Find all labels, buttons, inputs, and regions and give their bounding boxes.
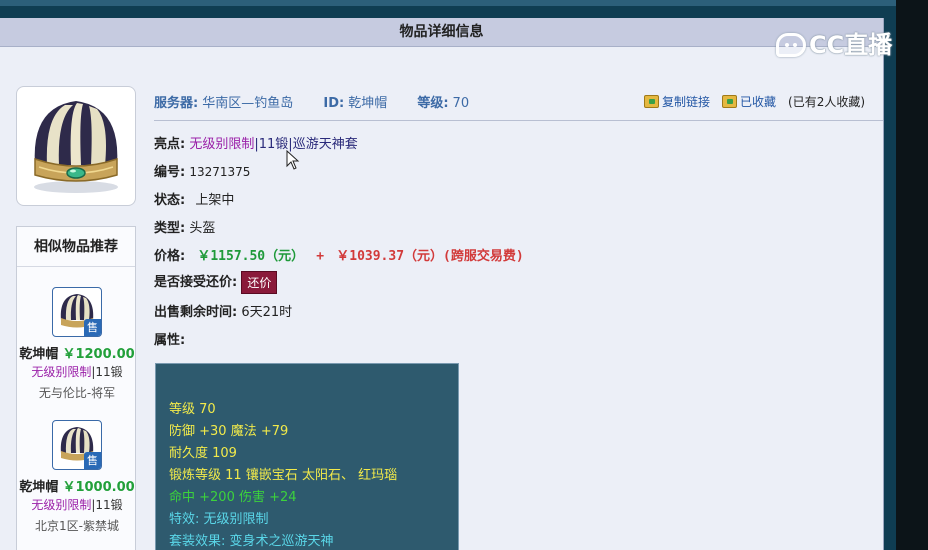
status-value: 上架中 (195, 193, 235, 208)
bargain-button[interactable]: 还价 (241, 271, 278, 294)
remaining-time-label: 出售剩余时间: (154, 305, 238, 320)
similar-item-tag: 无级别限制 (31, 365, 92, 379)
status-label: 状态: (154, 193, 186, 208)
level-label: 等级: (417, 96, 449, 111)
price-main: ￥1157.50（元） (197, 249, 305, 264)
number-row: 编号: 13271375 (154, 161, 250, 180)
similar-item-1-tags: 无级别限制|11锻 (17, 363, 137, 380)
level-value: 70 (452, 96, 470, 111)
similar-item-tag: 无级别限制 (31, 498, 92, 512)
favorite-label: 已收藏 (740, 95, 777, 109)
watermark-text: CC直播 (809, 31, 893, 59)
similar-item-name: 乾坤帽 (19, 347, 59, 362)
similar-item-tag: 11锻 (95, 365, 123, 379)
folder-star-icon (722, 95, 738, 108)
bargain-label: 是否接受还价: (154, 275, 238, 290)
attr-set-effect: 套装效果: 变身术之巡游天神 (169, 534, 334, 549)
sale-badge: 售 (84, 319, 101, 336)
cc-logo-icon (776, 33, 806, 57)
highlight-tag: 巡游天神套 (292, 137, 358, 152)
panel-title: 物品详细信息 (0, 18, 883, 47)
server-value: 华南区—钓鱼岛 (202, 96, 294, 111)
folder-link-icon (644, 95, 659, 108)
copy-link-button[interactable]: 复制链接 (644, 93, 710, 110)
attr-durability: 耐久度 109 (169, 446, 237, 461)
price-row: 价格: ￥1157.50（元） + ￥1039.37（元）(跨服交易费) (154, 245, 524, 264)
bargain-row: 是否接受还价: 还价 (154, 271, 278, 294)
item-detail-panel: 物品详细信息 相似物品推荐 售 乾坤帽 ￥1200.00 无级别限制|11锻 无… (0, 18, 884, 550)
right-dark-strip (896, 0, 928, 550)
number-value: 13271375 (189, 165, 251, 179)
highlight-row: 亮点: 无级别限制|11锻|巡游天神套 (154, 133, 358, 152)
attributes-row: 属性: (154, 329, 185, 348)
status-row: 状态: 上架中 (154, 189, 234, 208)
similar-item-tag: 11锻 (95, 498, 123, 512)
item-image (16, 86, 136, 206)
favorite-count: (已有2人收藏) (788, 95, 866, 109)
similar-item-2-tags: 无级别限制|11锻 (17, 496, 137, 513)
favorite-button[interactable]: 已收藏 (722, 93, 776, 110)
divider (154, 120, 883, 121)
remaining-time-value: 6天21时 (241, 305, 293, 320)
attr-level: 等级 70 (169, 402, 216, 417)
similar-item-2-server: 北京1区-紫禁城 (35, 519, 119, 533)
similar-item-2-thumb[interactable]: 售 (52, 420, 102, 470)
type-label: 类型: (154, 221, 186, 236)
attr-forge-gems: 锻炼等级 11 镶嵌宝石 太阳石、 红玛瑙 (169, 468, 398, 483)
similar-item-price: ￥1000.00 (62, 480, 135, 495)
top-strip (0, 0, 928, 6)
id-label: ID: (323, 96, 345, 111)
number-label: 编号: (154, 165, 186, 180)
sale-badge: 售 (84, 452, 101, 469)
similar-item-1-server: 无与伦比-将军 (38, 386, 116, 400)
attributes-box: 等级 70 防御 +30 魔法 +79 耐久度 109 锻炼等级 11 镶嵌宝石… (155, 363, 459, 550)
meta-row: 服务器: 华南区—钓鱼岛 ID: 乾坤帽 等级: 70 (154, 92, 473, 111)
attr-effect: 特效: 无级别限制 (169, 512, 269, 527)
id-value: 乾坤帽 (348, 96, 388, 111)
type-row: 类型: 头盔 (154, 217, 215, 236)
highlight-tag: 无级别限制 (189, 137, 255, 152)
similar-item-1-name[interactable]: 乾坤帽 ￥1200.00 (17, 343, 137, 362)
price-fee: ￥1039.37（元）(跨服交易费) (336, 249, 524, 264)
cc-live-watermark: CC直播 (776, 28, 898, 62)
remaining-time-row: 出售剩余时间: 6天21时 (154, 301, 292, 320)
mouse-cursor-icon (286, 150, 300, 170)
type-value: 头盔 (189, 221, 216, 236)
copy-link-label: 复制链接 (662, 95, 711, 109)
server-label: 服务器: (154, 96, 199, 111)
attr-defense-magic: 防御 +30 魔法 +79 (169, 424, 289, 439)
attr-hit-damage: 命中 +200 伤害 +24 (169, 490, 297, 505)
attributes-label: 属性: (154, 333, 186, 348)
action-bar: 复制链接 已收藏 (已有2人收藏) (644, 93, 865, 110)
similar-items-panel: 相似物品推荐 售 乾坤帽 ￥1200.00 无级别限制|11锻 无与伦比-将军 (16, 226, 136, 550)
price-label: 价格: (154, 249, 186, 264)
highlight-label: 亮点: (154, 137, 186, 152)
similar-items-title: 相似物品推荐 (17, 227, 135, 267)
highlight-tag: 11锻 (258, 137, 289, 152)
helmet-icon (34, 101, 118, 193)
similar-item-price: ￥1200.00 (62, 347, 135, 362)
similar-item-name: 乾坤帽 (19, 480, 59, 495)
price-plus: + (316, 249, 325, 264)
similar-item-2-name[interactable]: 乾坤帽 ￥1000.00 (17, 476, 137, 495)
similar-item-1-thumb[interactable]: 售 (52, 287, 102, 337)
